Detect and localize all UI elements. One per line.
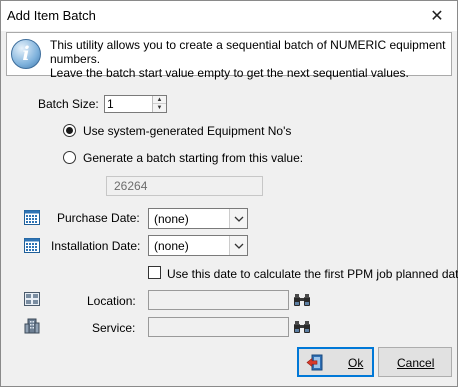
ok-button-label: Ok: [348, 356, 364, 370]
info-text: This utility allows you to create a sequ…: [50, 38, 450, 80]
system-generated-label[interactable]: Use system-generated Equipment No's: [83, 124, 291, 138]
chevron-down-icon: [234, 243, 243, 249]
batch-size-input[interactable]: [105, 96, 152, 112]
info-icon: i: [11, 39, 41, 69]
cancel-button[interactable]: Cancel: [378, 347, 452, 377]
close-button[interactable]: ✕: [417, 1, 457, 30]
info-line-1: This utility allows you to create a sequ…: [50, 38, 446, 66]
calendar-icon: [24, 238, 40, 253]
service-search-button[interactable]: [291, 317, 313, 337]
binoculars-icon: [294, 294, 310, 306]
ok-button[interactable]: Ok: [297, 347, 374, 377]
starting-value-label[interactable]: Generate a batch starting from this valu…: [83, 151, 303, 165]
exit-door-icon: [306, 354, 323, 371]
info-panel: i This utility allows you to create a se…: [6, 32, 452, 80]
service-label: Service:: [92, 321, 136, 335]
chevron-up-icon: ▲: [156, 96, 163, 103]
purchase-date-value: (none): [154, 212, 189, 226]
spin-up-button[interactable]: ▲: [153, 96, 166, 104]
calendar-icon: [24, 210, 40, 225]
batch-size-label: Batch Size:: [38, 97, 99, 111]
starting-value-input[interactable]: 26264: [106, 176, 263, 196]
batch-size-stepper[interactable]: ▲ ▼: [104, 95, 167, 113]
title-bar: Add Item Batch ✕: [1, 1, 457, 31]
location-field[interactable]: [148, 290, 289, 310]
starting-value-radio[interactable]: [63, 151, 76, 164]
location-icon: [24, 292, 40, 306]
window-title: Add Item Batch: [7, 8, 96, 23]
building-icon: [24, 318, 40, 334]
installation-date-value: (none): [154, 239, 189, 253]
dropdown-arrow[interactable]: [229, 236, 247, 255]
purchase-date-label: Purchase Date:: [57, 211, 140, 225]
close-icon: ✕: [430, 7, 444, 25]
location-label: Location:: [87, 294, 136, 308]
add-item-batch-dialog: Add Item Batch ✕ i This utility allows y…: [0, 0, 458, 387]
dropdown-arrow[interactable]: [229, 209, 247, 228]
cancel-button-label: Cancel: [397, 356, 435, 370]
system-generated-radio[interactable]: [63, 124, 76, 137]
spin-buttons: ▲ ▼: [152, 96, 166, 112]
service-field[interactable]: [148, 317, 289, 337]
installation-date-dropdown[interactable]: (none): [148, 235, 248, 256]
location-search-button[interactable]: [291, 290, 313, 310]
ppm-date-label[interactable]: Use this date to calculate the first PPM…: [167, 267, 458, 281]
info-line-2: Leave the batch start value empty to get…: [50, 66, 409, 80]
chevron-down-icon: [234, 216, 243, 222]
installation-date-label: Installation Date:: [51, 239, 141, 253]
spin-down-button[interactable]: ▼: [153, 104, 166, 112]
chevron-down-icon: ▼: [156, 105, 163, 111]
binoculars-icon: [294, 321, 310, 333]
ppm-date-checkbox[interactable]: [148, 266, 161, 279]
purchase-date-dropdown[interactable]: (none): [148, 208, 248, 229]
